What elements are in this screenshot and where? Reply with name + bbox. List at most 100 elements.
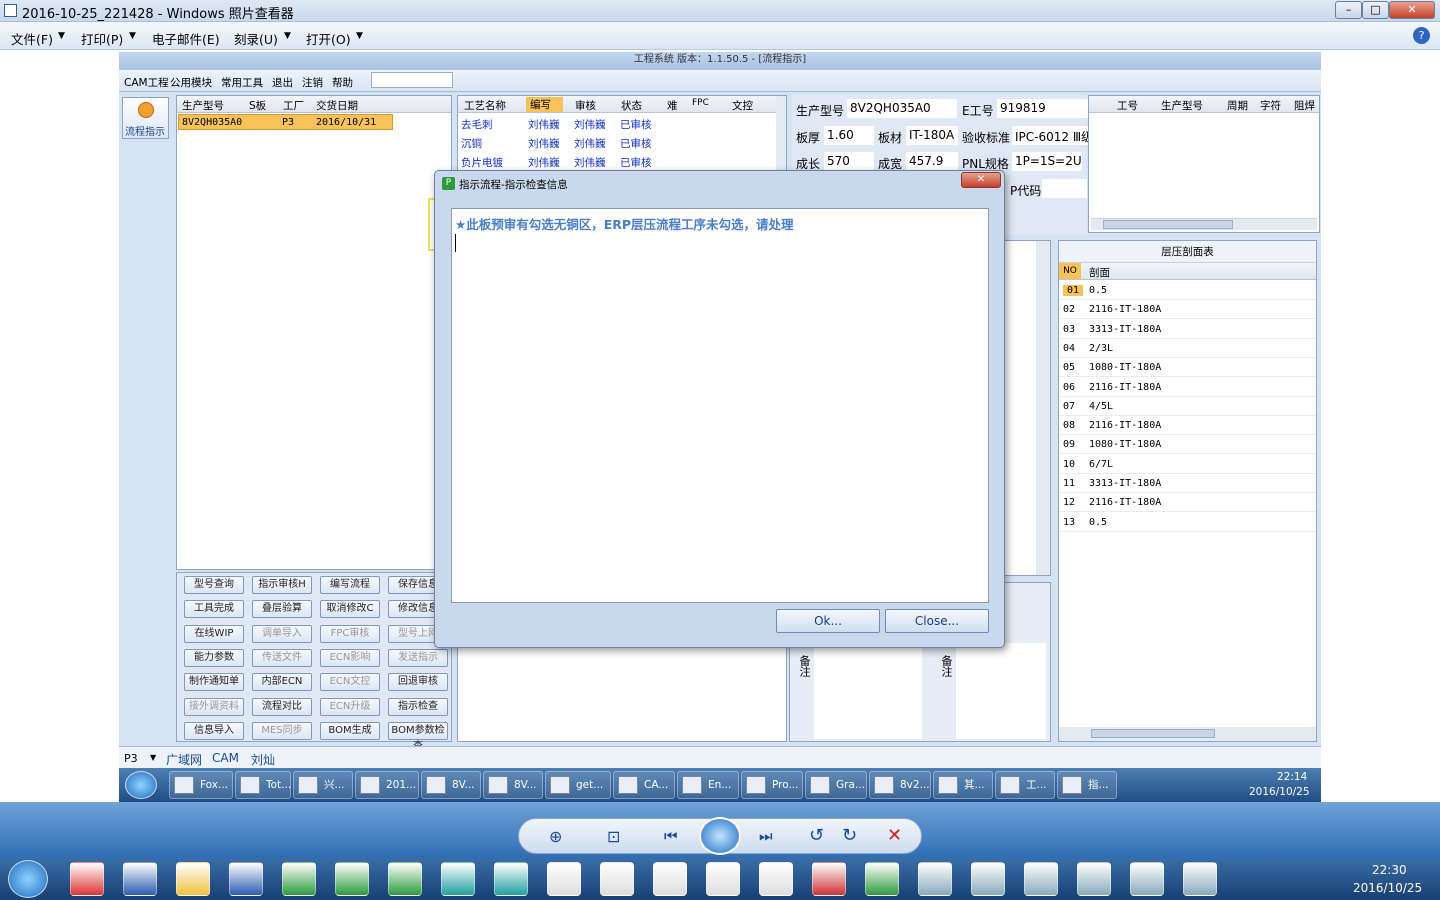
length-field[interactable]: 570: [824, 152, 874, 171]
table-row[interactable]: 负片电镀 刘伟巍 刘伟巍 已审核: [461, 155, 761, 170]
taskbar-app-icon[interactable]: [282, 862, 316, 896]
taskbar-app-icon[interactable]: [600, 862, 634, 896]
rotate-left-icon[interactable]: ↺: [809, 825, 824, 846]
col-work-no[interactable]: 工号: [1117, 98, 1138, 113]
model-field[interactable]: 8V2QH035A0: [847, 99, 957, 118]
action-button[interactable]: 型号查询: [184, 576, 244, 594]
table-row[interactable]: 06 2116-IT-180A: [1059, 378, 1316, 397]
col-profile[interactable]: 剖面: [1089, 265, 1110, 280]
table-row[interactable]: 03 3313-IT-180A: [1059, 320, 1316, 339]
thickness-field[interactable]: 1.60: [824, 126, 874, 145]
taskbar-app-icon[interactable]: [229, 862, 263, 896]
action-button[interactable]: 指示审核H: [252, 576, 312, 594]
taskbar-app-icon[interactable]: [706, 862, 740, 896]
taskbar-item[interactable]: Fox...: [169, 771, 233, 799]
menu-email[interactable]: 电子邮件(E): [152, 29, 220, 48]
slideshow-icon[interactable]: [699, 817, 741, 855]
action-button[interactable]: 内部ECN: [252, 673, 312, 692]
table-row[interactable]: 10 6/7L: [1059, 455, 1316, 474]
material-field[interactable]: IT-180A: [906, 126, 958, 145]
taskbar-app-icon[interactable]: [1183, 862, 1217, 896]
app-menu-tools[interactable]: 常用工具: [221, 75, 263, 90]
taskbar-item[interactable]: CA...: [613, 771, 675, 799]
col-difficulty[interactable]: 难: [667, 98, 678, 113]
taskbar-item[interactable]: 8V...: [483, 771, 543, 799]
close-window-button[interactable]: ✕: [1389, 1, 1435, 19]
taskbar-item[interactable]: Gra...: [805, 771, 867, 799]
width-field[interactable]: 457.9: [906, 152, 958, 171]
col-doc[interactable]: 文控: [732, 98, 753, 113]
col-s-board[interactable]: S板: [249, 98, 266, 113]
action-button[interactable]: 工具完成: [184, 600, 244, 619]
action-button[interactable]: 指示检查: [388, 697, 448, 716]
col-cycle[interactable]: 周期: [1227, 98, 1248, 113]
col-model[interactable]: 生产型号: [1161, 98, 1203, 113]
code-field[interactable]: [1042, 179, 1087, 198]
col-review[interactable]: 审核: [575, 98, 596, 113]
delete-icon[interactable]: ✕: [887, 825, 902, 846]
taskbar-item[interactable]: 8v2...: [869, 771, 931, 799]
menu-burn[interactable]: 刻录(U): [234, 29, 278, 48]
pnl-field[interactable]: 1P=1S=2U: [1012, 152, 1082, 171]
taskbar-item[interactable]: 201...: [355, 771, 419, 799]
accept-field[interactable]: IPC-6012 Ⅲ级: [1012, 126, 1092, 145]
taskbar-item[interactable]: 其...: [933, 771, 993, 799]
table-row[interactable]: 13 0.5: [1059, 513, 1316, 532]
taskbar-app-icon[interactable]: [123, 862, 157, 896]
taskbar-item[interactable]: 兴...: [293, 771, 353, 799]
table-row[interactable]: 09 1080-IT-180A: [1059, 435, 1316, 455]
app-combo[interactable]: [371, 72, 453, 88]
stackup-scrollbar[interactable]: [1059, 727, 1316, 741]
menu-file[interactable]: 文件(F): [11, 29, 53, 48]
col-writer[interactable]: 编写: [526, 97, 563, 112]
action-button[interactable]: 发送指示: [388, 648, 448, 667]
action-button[interactable]: FPC审核: [320, 624, 380, 643]
minimize-button[interactable]: –: [1335, 1, 1362, 19]
status-factory[interactable]: P3: [124, 752, 138, 765]
menu-print[interactable]: 打印(P): [81, 29, 123, 48]
action-button[interactable]: 接外调资料: [184, 697, 244, 716]
action-button[interactable]: MES同步: [252, 721, 312, 740]
taskbar-item[interactable]: Tot...: [235, 771, 291, 799]
taskbar-item[interactable]: 工...: [995, 771, 1055, 799]
process-scrollbar[interactable]: [776, 96, 786, 174]
taskbar-app-icon[interactable]: [335, 862, 369, 896]
maximize-button[interactable]: □: [1362, 1, 1389, 19]
menu-open[interactable]: 打开(O): [306, 29, 351, 48]
fit-window-icon[interactable]: ⊡: [607, 827, 620, 846]
table-row[interactable]: 8V2QH035A0 P3 2016/10/31: [178, 114, 393, 130]
action-button[interactable]: 制作通知单: [184, 673, 244, 692]
flow-indicate-button[interactable]: 流程指示: [122, 97, 169, 139]
col-char[interactable]: 字符: [1260, 98, 1281, 113]
action-button[interactable]: 信息导入: [184, 721, 244, 740]
action-button[interactable]: BOM生成: [320, 721, 380, 740]
taskbar-app-icon[interactable]: [494, 862, 528, 896]
taskbar-app-icon[interactable]: [759, 862, 793, 896]
taskbar-app-icon[interactable]: [176, 862, 210, 896]
action-button[interactable]: 调单导入: [252, 624, 312, 643]
col-model[interactable]: 生产型号: [182, 98, 224, 113]
help-icon[interactable]: ?: [1413, 27, 1430, 44]
dialog-message-area[interactable]: ★此板预审有勾选无铜区，ERP层压流程工序未勾选，请处理: [451, 208, 989, 603]
table-row[interactable]: 沉铜 刘伟巍 刘伟巍 已审核: [461, 136, 761, 151]
taskbar-app-icon[interactable]: [971, 862, 1005, 896]
taskbar-app-icon[interactable]: [1130, 862, 1164, 896]
action-button[interactable]: 流程对比: [252, 697, 312, 716]
taskbar-app-icon[interactable]: [70, 862, 104, 896]
start-orb-icon[interactable]: [8, 860, 48, 898]
action-button[interactable]: ECN升级: [320, 697, 380, 716]
taskbar-app-icon[interactable]: [1077, 862, 1111, 896]
close-button[interactable]: Close...: [885, 609, 989, 633]
middle-scrollbar[interactable]: [1036, 241, 1050, 575]
action-button[interactable]: 传送文件: [252, 648, 312, 667]
action-button[interactable]: 回退审核: [388, 673, 448, 692]
table-row[interactable]: 01 0.5: [1059, 281, 1316, 300]
table-row[interactable]: 去毛刺 刘伟巍 刘伟巍 已审核: [461, 117, 761, 132]
scroll-thumb[interactable]: [1091, 729, 1215, 738]
taskbar-app-icon[interactable]: [547, 862, 581, 896]
app-menu-logout[interactable]: 注销: [302, 75, 323, 90]
col-no[interactable]: NO: [1059, 263, 1081, 279]
dialog-close-icon[interactable]: ✕: [961, 172, 1001, 188]
zoom-icon[interactable]: ⊕: [549, 827, 562, 846]
table-row[interactable]: 08 2116-IT-180A: [1059, 416, 1316, 436]
